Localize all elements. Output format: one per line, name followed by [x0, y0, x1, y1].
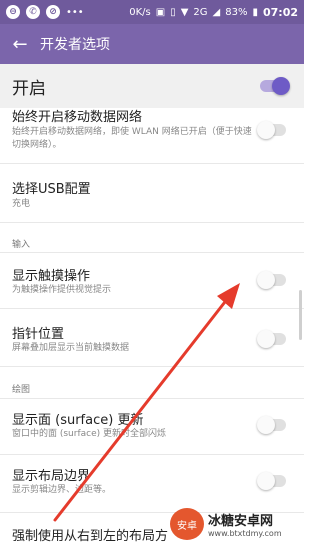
- setting-title: 选择USB配置: [12, 182, 91, 197]
- toggle-show-layout-bounds[interactable]: [257, 472, 286, 490]
- section-header-input: 输入: [12, 240, 31, 250]
- setting-summary: 为触摸操作提供视觉提示: [12, 285, 112, 295]
- notification-dot-icon: ⊖: [6, 5, 20, 19]
- divider: [0, 252, 304, 253]
- toggle-show-surface-updates[interactable]: [257, 416, 286, 434]
- setting-title: 指针位置: [12, 327, 65, 342]
- network-speed: 0K/s: [129, 6, 151, 18]
- image-icon: ▣: [155, 6, 166, 18]
- divider: [0, 222, 304, 223]
- page-title: 开发者选项: [40, 37, 110, 53]
- divider: [0, 163, 304, 164]
- setting-mobile-data-always-on[interactable]: 始终开启移动数据网络 始终开启移动数据网络，即使 WLAN 网络已开启（便于快速…: [0, 108, 304, 160]
- setting-summary: 始终开启移动数据网络，即使 WLAN 网络已开启（便于快速切换网络）。: [12, 127, 252, 150]
- status-bar: ⊖ ✆ ⊘ ••• 0K/s ▣ ▯ ▼ 2G ◢ 83% ▮ 07:02: [0, 0, 304, 24]
- toggle-mobile-data-always-on[interactable]: [257, 121, 286, 139]
- notification-dot-icon: ⊘: [46, 5, 60, 19]
- master-toggle[interactable]: [260, 77, 290, 95]
- section-header-drawing: 绘图: [12, 385, 31, 395]
- setting-summary: 显示剪辑边界、边距等。: [12, 485, 112, 495]
- setting-usb-config[interactable]: 选择USB配置 充电: [0, 172, 304, 216]
- divider: [0, 454, 304, 455]
- setting-title: 显示布局边界: [12, 469, 91, 484]
- scrollbar[interactable]: [299, 290, 302, 340]
- divider: [0, 366, 304, 367]
- network-type: 2G: [193, 6, 208, 18]
- battery-level: 83%: [225, 6, 248, 18]
- setting-title: 显示面 (surface) 更新: [12, 413, 144, 428]
- setting-show-touches[interactable]: 显示触摸操作 为触摸操作提供视觉提示: [0, 260, 304, 304]
- clock: 07:02: [262, 5, 298, 19]
- back-button[interactable]: ←: [0, 34, 40, 55]
- toggle-pointer-location[interactable]: [257, 330, 286, 348]
- vibrate-icon: ▯: [170, 6, 176, 18]
- divider: [0, 398, 304, 399]
- setting-title: 显示触摸操作: [12, 269, 91, 284]
- wifi-icon: ▼: [180, 6, 189, 18]
- setting-summary: 窗口中的面 (surface) 更新时全部闪烁: [12, 429, 167, 439]
- toggle-show-touches[interactable]: [257, 271, 286, 289]
- watermark-logo-icon: 安卓: [170, 508, 204, 540]
- setting-title: 强制使用从右到左的布局方: [12, 529, 169, 544]
- app-bar: ← 开发者选项: [0, 24, 304, 64]
- arrow-left-icon: ←: [12, 33, 28, 55]
- divider: [0, 308, 304, 309]
- battery-icon: ▮: [252, 6, 258, 18]
- setting-title: 始终开启移动数据网络: [12, 110, 143, 125]
- setting-show-surface-updates[interactable]: 显示面 (surface) 更新 窗口中的面 (surface) 更新时全部闪烁: [0, 404, 304, 448]
- signal-icon: ◢: [212, 6, 221, 18]
- dots-icon: •••: [66, 6, 84, 18]
- setting-pointer-location[interactable]: 指针位置 屏幕叠加层显示当前触摸数据: [0, 318, 304, 362]
- watermark-url: www.btxtdmy.com: [208, 529, 282, 538]
- setting-summary: 充电: [12, 199, 31, 209]
- master-switch-label: 开启: [12, 78, 46, 99]
- site-watermark: 安卓 冰糖安卓网 www.btxtdmy.com: [170, 506, 300, 542]
- phone-icon: ✆: [26, 5, 40, 19]
- setting-summary: 屏幕叠加层显示当前触摸数据: [12, 343, 130, 353]
- watermark-name: 冰糖安卓网: [208, 514, 274, 529]
- setting-show-layout-bounds[interactable]: 显示布局边界 显示剪辑边界、边距等。: [0, 460, 304, 504]
- developer-options-master-switch[interactable]: 开启: [0, 64, 304, 108]
